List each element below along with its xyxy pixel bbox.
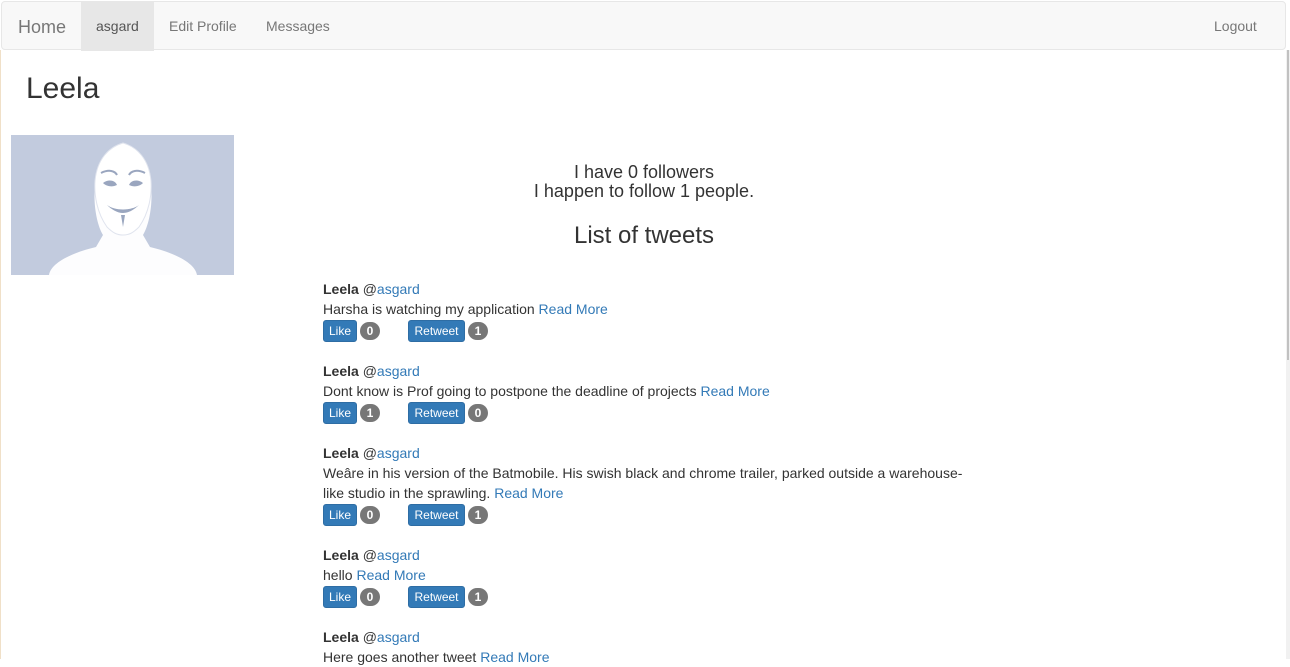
nav-item-edit-profile[interactable]: Edit Profile (154, 2, 252, 51)
at-sign: @ (362, 547, 377, 563)
retweet-button[interactable]: Retweet (408, 402, 465, 424)
retweet-count-badge: 1 (468, 322, 488, 340)
tweet-author: Leela (323, 363, 359, 379)
tweet-item: Leela @asgard Harsha is watching my appl… (323, 279, 983, 342)
tweet-author: Leela (323, 629, 359, 645)
at-sign: @ (362, 363, 377, 379)
tweet-author: Leela (323, 281, 359, 297)
tweet-text: Weâre in his version of the Batmobile. H… (323, 465, 963, 501)
tweet-item: Leela @asgard Here goes another tweet Re… (323, 627, 983, 667)
like-button[interactable]: Like (323, 504, 357, 526)
read-more-link[interactable]: Read More (539, 301, 608, 317)
tweet-item: Leela @asgard hello Read More Like 0 Ret… (323, 545, 983, 608)
home-link[interactable]: Home (18, 17, 66, 37)
tweet-text: Here goes another tweet (323, 649, 477, 665)
retweet-count-badge: 1 (468, 588, 488, 606)
logout-link[interactable]: Logout (1199, 2, 1272, 51)
profile-name: Leela (26, 72, 100, 105)
like-count-badge: 0 (360, 322, 380, 340)
tweet-text: Harsha is watching my application (323, 301, 535, 317)
retweet-count-badge: 0 (468, 404, 488, 422)
at-sign: @ (362, 445, 377, 461)
tweet-handle-link[interactable]: asgard (377, 363, 420, 379)
page-edge (0, 50, 1, 659)
follow-stats: I have 0 followers I happen to follow 1 … (324, 163, 964, 201)
tweet-handle-link[interactable]: asgard (377, 445, 420, 461)
navbar: Home asgard Edit Profile Messages Logout (1, 1, 1286, 51)
retweet-button[interactable]: Retweet (408, 586, 465, 608)
like-button[interactable]: Like (323, 586, 357, 608)
nav-item-asgard[interactable]: asgard (81, 2, 154, 51)
tweet-item: Leela @asgard Weâre in his version of th… (323, 443, 983, 526)
read-more-link[interactable]: Read More (356, 567, 425, 583)
followers-text: I have 0 followers (573, 162, 715, 182)
tweets-heading: List of tweets (573, 222, 715, 249)
tweet-author: Leela (323, 445, 359, 461)
read-more-link[interactable]: Read More (480, 649, 549, 665)
tweet-item: Leela @asgard Dont know is Prof going to… (323, 361, 983, 424)
at-sign: @ (362, 281, 377, 297)
tweet-handle-link[interactable]: asgard (377, 629, 420, 645)
scrollbar-thumb[interactable] (1287, 50, 1289, 360)
tweet-text: hello (323, 567, 353, 583)
retweet-button[interactable]: Retweet (408, 320, 465, 342)
anonymous-mask-avatar-icon (49, 142, 197, 275)
avatar (11, 135, 234, 275)
retweet-button[interactable]: Retweet (408, 504, 465, 526)
tweet-text: Dont know is Prof going to postpone the … (323, 383, 697, 399)
like-count-badge: 0 (360, 506, 380, 524)
nav-item-messages[interactable]: Messages (251, 2, 345, 51)
at-sign: @ (362, 629, 377, 645)
tweet-handle-link[interactable]: asgard (377, 281, 420, 297)
following-text: I happen to follow 1 people. (533, 181, 755, 201)
tweet-author: Leela (323, 547, 359, 563)
like-button[interactable]: Like (323, 320, 357, 342)
read-more-link[interactable]: Read More (494, 485, 563, 501)
like-count-badge: 1 (360, 404, 380, 422)
like-count-badge: 0 (360, 588, 380, 606)
retweet-count-badge: 1 (468, 506, 488, 524)
like-button[interactable]: Like (323, 402, 357, 424)
tweet-handle-link[interactable]: asgard (377, 547, 420, 563)
read-more-link[interactable]: Read More (700, 383, 769, 399)
scrollbar[interactable] (1286, 50, 1290, 659)
